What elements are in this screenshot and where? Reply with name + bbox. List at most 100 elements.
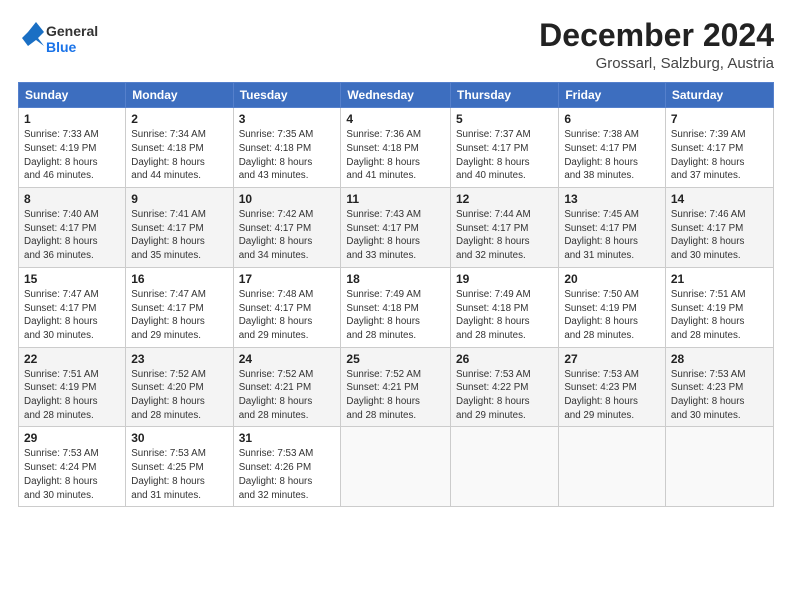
day-number: 31 — [239, 431, 336, 445]
day-number: 14 — [671, 192, 768, 206]
day-number: 18 — [346, 272, 445, 286]
week-row-4: 22 Sunrise: 7:51 AM Sunset: 4:19 PM Dayli… — [19, 347, 774, 427]
calendar-cell — [451, 427, 559, 507]
calendar-cell: 16 Sunrise: 7:47 AM Sunset: 4:17 PM Dayli… — [126, 267, 233, 347]
day-info: Sunrise: 7:40 AM Sunset: 4:17 PM Dayligh… — [24, 208, 120, 263]
day-info: Sunrise: 7:51 AM Sunset: 4:19 PM Dayligh… — [671, 288, 768, 343]
calendar-cell: 30 Sunrise: 7:53 AM Sunset: 4:25 PM Dayli… — [126, 427, 233, 507]
day-info: Sunrise: 7:35 AM Sunset: 4:18 PM Dayligh… — [239, 128, 336, 183]
day-info: Sunrise: 7:34 AM Sunset: 4:18 PM Dayligh… — [131, 128, 227, 183]
location: Grossarl, Salzburg, Austria — [539, 55, 774, 72]
page: GeneralBlue December 2024 Grossarl, Salz… — [0, 0, 792, 612]
calendar-cell: 4 Sunrise: 7:36 AM Sunset: 4:18 PM Daylig… — [341, 108, 451, 188]
day-number: 22 — [24, 352, 120, 366]
day-info: Sunrise: 7:44 AM Sunset: 4:17 PM Dayligh… — [456, 208, 553, 263]
day-number: 28 — [671, 352, 768, 366]
day-number: 5 — [456, 112, 553, 126]
calendar-cell: 19 Sunrise: 7:49 AM Sunset: 4:18 PM Dayli… — [451, 267, 559, 347]
day-number: 8 — [24, 192, 120, 206]
week-row-2: 8 Sunrise: 7:40 AM Sunset: 4:17 PM Daylig… — [19, 188, 774, 268]
logo-svg: GeneralBlue — [18, 18, 98, 58]
day-number: 4 — [346, 112, 445, 126]
calendar-cell: 2Sunrise: 7:34 AM Sunset: 4:18 PM Daylig… — [126, 108, 233, 188]
calendar-cell: 7 Sunrise: 7:39 AM Sunset: 4:17 PM Daylig… — [665, 108, 773, 188]
svg-text:Blue: Blue — [46, 39, 77, 55]
col-tuesday: Tuesday — [233, 83, 341, 108]
day-number: 11 — [346, 192, 445, 206]
calendar-cell: 14 Sunrise: 7:46 AM Sunset: 4:17 PM Dayli… — [665, 188, 773, 268]
day-info: Sunrise: 7:39 AM Sunset: 4:17 PM Dayligh… — [671, 128, 768, 183]
calendar-cell: 5 Sunrise: 7:37 AM Sunset: 4:17 PM Daylig… — [451, 108, 559, 188]
day-info: Sunrise: 7:45 AM Sunset: 4:17 PM Dayligh… — [564, 208, 660, 263]
calendar-cell: 21 Sunrise: 7:51 AM Sunset: 4:19 PM Dayli… — [665, 267, 773, 347]
day-info: Sunrise: 7:52 AM Sunset: 4:21 PM Dayligh… — [239, 368, 336, 423]
day-number: 27 — [564, 352, 660, 366]
day-info: Sunrise: 7:50 AM Sunset: 4:19 PM Dayligh… — [564, 288, 660, 343]
calendar-cell: 27 Sunrise: 7:53 AM Sunset: 4:23 PM Dayli… — [559, 347, 666, 427]
calendar-cell: 11Sunrise: 7:43 AM Sunset: 4:17 PM Dayli… — [341, 188, 451, 268]
day-info: Sunrise: 7:36 AM Sunset: 4:18 PM Dayligh… — [346, 128, 445, 183]
day-info: Sunrise: 7:41 AM Sunset: 4:17 PM Dayligh… — [131, 208, 227, 263]
day-number: 19 — [456, 272, 553, 286]
day-info: Sunrise: 7:53 AM Sunset: 4:23 PM Dayligh… — [671, 368, 768, 423]
day-info: Sunrise: 7:47 AM Sunset: 4:17 PM Dayligh… — [131, 288, 227, 343]
calendar-cell: 12 Sunrise: 7:44 AM Sunset: 4:17 PM Dayli… — [451, 188, 559, 268]
calendar-cell: 13 Sunrise: 7:45 AM Sunset: 4:17 PM Dayli… — [559, 188, 666, 268]
day-info: Sunrise: 7:47 AM Sunset: 4:17 PM Dayligh… — [24, 288, 120, 343]
day-info: Sunrise: 7:37 AM Sunset: 4:17 PM Dayligh… — [456, 128, 553, 183]
day-info: Sunrise: 7:51 AM Sunset: 4:19 PM Dayligh… — [24, 368, 120, 423]
calendar-cell: 24Sunrise: 7:52 AM Sunset: 4:21 PM Dayli… — [233, 347, 341, 427]
day-info: Sunrise: 7:38 AM Sunset: 4:17 PM Dayligh… — [564, 128, 660, 183]
col-friday: Friday — [559, 83, 666, 108]
day-number: 10 — [239, 192, 336, 206]
col-wednesday: Wednesday — [341, 83, 451, 108]
calendar-cell: 26Sunrise: 7:53 AM Sunset: 4:22 PM Dayli… — [451, 347, 559, 427]
day-number: 1 — [24, 112, 120, 126]
calendar-cell: 15 Sunrise: 7:47 AM Sunset: 4:17 PM Dayli… — [19, 267, 126, 347]
calendar-cell — [559, 427, 666, 507]
day-number: 7 — [671, 112, 768, 126]
calendar-cell: 31 Sunrise: 7:53 AM Sunset: 4:26 PM Dayli… — [233, 427, 341, 507]
day-number: 3 — [239, 112, 336, 126]
day-info: Sunrise: 7:52 AM Sunset: 4:21 PM Dayligh… — [346, 368, 445, 423]
day-number: 21 — [671, 272, 768, 286]
calendar-cell: 28 Sunrise: 7:53 AM Sunset: 4:23 PM Dayli… — [665, 347, 773, 427]
day-info: Sunrise: 7:53 AM Sunset: 4:23 PM Dayligh… — [564, 368, 660, 423]
month-year: December 2024 — [539, 18, 774, 53]
col-thursday: Thursday — [451, 83, 559, 108]
calendar: Sunday Monday Tuesday Wednesday Thursday… — [18, 82, 774, 507]
calendar-cell: 17 Sunrise: 7:48 AM Sunset: 4:17 PM Dayli… — [233, 267, 341, 347]
day-number: 23 — [131, 352, 227, 366]
week-row-5: 29Sunrise: 7:53 AM Sunset: 4:24 PM Dayli… — [19, 427, 774, 507]
col-monday: Monday — [126, 83, 233, 108]
day-number: 29 — [24, 431, 120, 445]
svg-text:General: General — [46, 23, 98, 39]
day-info: Sunrise: 7:49 AM Sunset: 4:18 PM Dayligh… — [346, 288, 445, 343]
day-info: Sunrise: 7:33 AM Sunset: 4:19 PM Dayligh… — [24, 128, 120, 183]
day-info: Sunrise: 7:53 AM Sunset: 4:25 PM Dayligh… — [131, 447, 227, 502]
header: GeneralBlue December 2024 Grossarl, Salz… — [18, 18, 774, 72]
day-info: Sunrise: 7:52 AM Sunset: 4:20 PM Dayligh… — [131, 368, 227, 423]
day-number: 15 — [24, 272, 120, 286]
day-number: 30 — [131, 431, 227, 445]
day-info: Sunrise: 7:49 AM Sunset: 4:18 PM Dayligh… — [456, 288, 553, 343]
day-number: 13 — [564, 192, 660, 206]
calendar-cell — [341, 427, 451, 507]
calendar-cell: 22 Sunrise: 7:51 AM Sunset: 4:19 PM Dayli… — [19, 347, 126, 427]
day-info: Sunrise: 7:53 AM Sunset: 4:26 PM Dayligh… — [239, 447, 336, 502]
calendar-cell: 18 Sunrise: 7:49 AM Sunset: 4:18 PM Dayli… — [341, 267, 451, 347]
day-number: 6 — [564, 112, 660, 126]
day-number: 17 — [239, 272, 336, 286]
col-sunday: Sunday — [19, 83, 126, 108]
week-row-1: 1 Sunrise: 7:33 AM Sunset: 4:19 PM Daylig… — [19, 108, 774, 188]
day-number: 16 — [131, 272, 227, 286]
day-number: 12 — [456, 192, 553, 206]
calendar-cell: 1 Sunrise: 7:33 AM Sunset: 4:19 PM Daylig… — [19, 108, 126, 188]
title-block: December 2024 Grossarl, Salzburg, Austri… — [539, 18, 774, 72]
calendar-cell: 3 Sunrise: 7:35 AM Sunset: 4:18 PM Daylig… — [233, 108, 341, 188]
day-info: Sunrise: 7:48 AM Sunset: 4:17 PM Dayligh… — [239, 288, 336, 343]
calendar-cell: 25Sunrise: 7:52 AM Sunset: 4:21 PM Dayli… — [341, 347, 451, 427]
calendar-header-row: Sunday Monday Tuesday Wednesday Thursday… — [19, 83, 774, 108]
calendar-cell: 20Sunrise: 7:50 AM Sunset: 4:19 PM Dayli… — [559, 267, 666, 347]
day-info: Sunrise: 7:46 AM Sunset: 4:17 PM Dayligh… — [671, 208, 768, 263]
